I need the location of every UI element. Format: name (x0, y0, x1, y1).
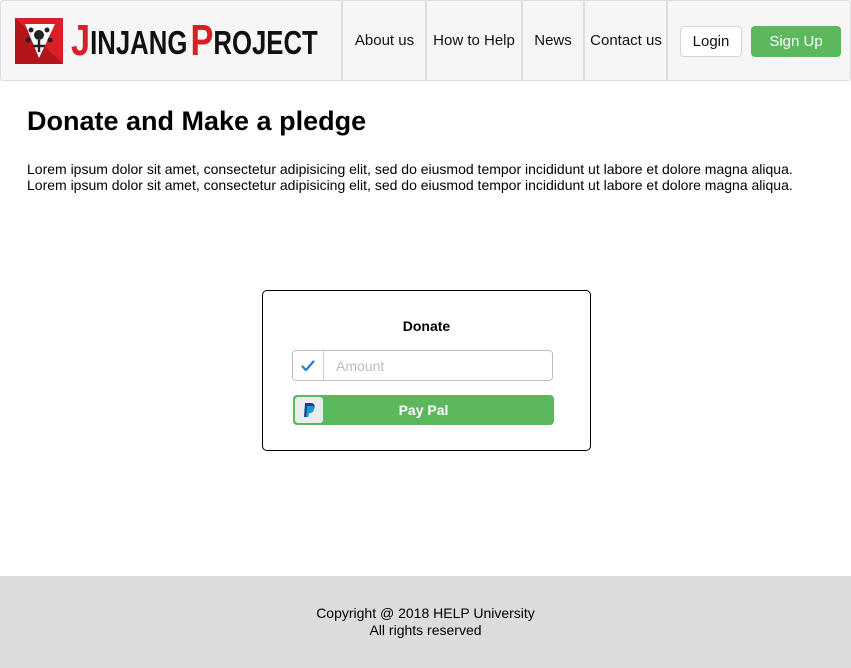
paypal-button[interactable]: Pay Pal (293, 395, 554, 425)
brand-name: J INJANG P ROJECT (71, 15, 318, 65)
jinjang-logo-icon (15, 18, 63, 64)
check-icon (293, 351, 324, 380)
nav-link-about-us[interactable]: About us (341, 1, 426, 80)
footer: Copyright @ 2018 HELP University All rig… (0, 576, 851, 668)
brand-word-project: ROJECT (213, 24, 318, 62)
intro-paragraph: Lorem ipsum dolor sit amet, consectetur … (27, 161, 793, 193)
footer-copyright: Copyright @ 2018 HELP University (316, 605, 535, 621)
donate-card-title: Donate (402, 318, 451, 334)
brand-word-jinjang: INJANG (90, 24, 188, 62)
brand-logo[interactable]: J INJANG P ROJECT (15, 15, 387, 67)
amount-input[interactable] (324, 351, 552, 380)
page-title: Donate and Make a pledge (27, 106, 367, 136)
paypal-button-label: Pay Pal (398, 402, 449, 418)
nav-divider (666, 1, 668, 80)
login-button[interactable]: Login (680, 26, 742, 57)
footer-rights: All rights reserved (369, 622, 482, 638)
nav-link-contact-us[interactable]: Contact us (583, 1, 667, 80)
brand-initial-p: P (190, 15, 214, 65)
brand-initial-j: J (71, 15, 91, 65)
nav-link-how-to-help[interactable]: How to Help (425, 1, 521, 80)
navbar: J INJANG P ROJECT About us How to Help N… (0, 0, 851, 81)
nav-link-news[interactable]: News (521, 1, 583, 80)
signup-button[interactable]: Sign Up (751, 26, 841, 57)
donate-card: Donate Pay Pal (262, 290, 591, 451)
paypal-icon (295, 397, 323, 423)
amount-input-group (292, 350, 553, 381)
